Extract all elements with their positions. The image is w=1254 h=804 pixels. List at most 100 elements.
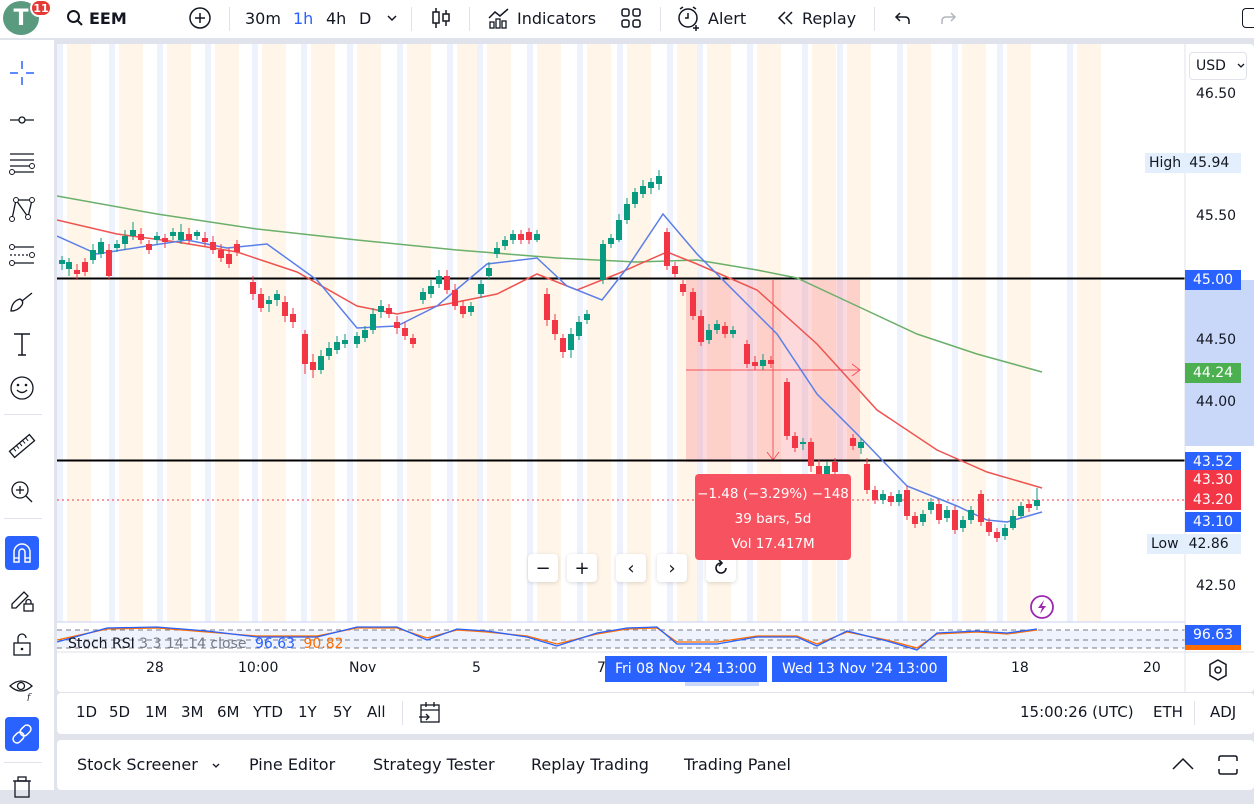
range-1m[interactable]: 1M	[145, 703, 168, 721]
range-all[interactable]: All	[367, 703, 386, 721]
candle-up	[194, 232, 200, 236]
candle-up	[494, 248, 500, 254]
chart-type-button[interactable]	[430, 0, 452, 36]
interval-d[interactable]: D	[359, 0, 371, 36]
tab-replay-trading[interactable]: Replay Trading	[531, 755, 649, 774]
candle-down	[394, 322, 400, 328]
high-marker: High 45.94	[1145, 153, 1241, 173]
candle-up	[730, 330, 736, 334]
chevron-left-icon: ‹	[627, 557, 635, 579]
collapse-panel-button[interactable]	[1170, 755, 1196, 777]
interval-30m[interactable]: 30m	[245, 0, 281, 36]
brush-tool[interactable]	[5, 284, 39, 318]
text-tool[interactable]	[5, 327, 39, 361]
range-5y[interactable]: 5Y	[333, 703, 352, 721]
chart-area[interactable]: USD 46.50 45.50 44.50 44.00 42.50 High 4…	[57, 44, 1254, 692]
candle-up	[600, 244, 606, 280]
fullscreen-button[interactable]	[1242, 0, 1254, 36]
hide-tool[interactable]: f	[5, 670, 39, 704]
candle-down	[680, 284, 686, 292]
interval-4h[interactable]: 4h	[326, 0, 346, 36]
adjust-toggle[interactable]: ADJ	[1210, 703, 1236, 721]
session-stripe-orange	[407, 44, 431, 622]
zoom-tool[interactable]	[5, 475, 39, 509]
price-tick: 46.50	[1196, 86, 1237, 102]
price-tick: 44.50	[1196, 332, 1237, 348]
pencil-lock-icon	[11, 591, 34, 612]
candle-up	[648, 182, 654, 188]
chevron-up-icon	[1172, 757, 1194, 770]
symbol-search[interactable]: EEM	[66, 0, 127, 36]
zoom-out-button[interactable]: −	[528, 554, 558, 582]
range-1y[interactable]: 1Y	[298, 703, 317, 721]
time-tick: 28	[146, 660, 164, 676]
session-stripe-blue	[109, 44, 115, 622]
candle-down	[888, 496, 894, 502]
emoji-tool[interactable]	[5, 371, 39, 405]
time-marker-end: Wed 13 Nov '24 13:00	[772, 656, 948, 682]
redo-button[interactable]	[939, 0, 959, 36]
candle-up	[656, 176, 662, 184]
session-stripe-orange	[311, 44, 335, 622]
magnet-tool[interactable]	[5, 536, 39, 570]
chart-settings-button[interactable]	[1206, 658, 1230, 686]
candle-up	[568, 334, 574, 350]
crosshair-tool[interactable]	[5, 56, 39, 90]
lock-all-tool[interactable]	[5, 627, 39, 661]
candle-down	[832, 462, 838, 472]
drawing-toolbar: f	[0, 40, 54, 798]
pattern-tool[interactable]	[5, 192, 39, 226]
session-stripe-blue	[252, 44, 258, 622]
candle-down	[904, 490, 910, 516]
tab-stock-screener[interactable]: Stock Screener	[77, 755, 221, 774]
trend-line-tool[interactable]	[5, 103, 39, 137]
alert-button[interactable]: Alert	[676, 0, 746, 36]
interval-dropdown[interactable]	[386, 0, 398, 36]
price-tick: 44.00	[1196, 394, 1237, 410]
user-avatar[interactable]: T 11	[3, 0, 52, 35]
chart-canvas[interactable]	[57, 44, 1254, 692]
scroll-left-button[interactable]: ‹	[616, 554, 646, 582]
replay-button[interactable]: Replay	[776, 0, 856, 36]
undo-button[interactable]	[892, 0, 912, 36]
range-3m[interactable]: 3M	[181, 703, 204, 721]
stoch-rsi-legend[interactable]: Stoch RSI 3 3 14 14 close 96.63 90.82	[68, 636, 344, 652]
compare-symbol-button[interactable]	[188, 0, 212, 36]
indicators-label: Indicators	[517, 8, 597, 28]
price-tag-last: 43.20	[1185, 490, 1241, 510]
scroll-right-button[interactable]: ›	[657, 554, 687, 582]
clock-display[interactable]: 15:00:26 (UTC)	[1020, 703, 1134, 721]
lock-drawing-tool[interactable]	[5, 583, 39, 617]
tab-strategy-tester[interactable]: Strategy Tester	[373, 755, 495, 774]
measure-volume: Vol 17.417M	[731, 536, 815, 552]
sync-drawings-tool[interactable]	[5, 717, 39, 751]
range-1d[interactable]: 1D	[76, 703, 97, 721]
indicators-icon	[488, 8, 509, 29]
zoom-in-button[interactable]: +	[567, 554, 597, 582]
range-ytd[interactable]: YTD	[253, 703, 283, 721]
tab-pine-editor[interactable]: Pine Editor	[249, 755, 335, 774]
go-to-date-button[interactable]	[418, 700, 442, 730]
candle-up	[714, 324, 720, 330]
fib-tool[interactable]	[5, 146, 39, 180]
layouts-button[interactable]	[620, 0, 642, 36]
price-tag-ma-blue: 43.10	[1185, 512, 1241, 532]
interval-1h[interactable]: 1h	[293, 0, 313, 36]
candle-up	[502, 240, 508, 246]
price-tick: 45.50	[1196, 208, 1237, 224]
delete-tool[interactable]	[5, 770, 39, 804]
avatar-letter: T	[13, 5, 29, 31]
measure-tool[interactable]	[5, 429, 39, 463]
maximize-panel-button[interactable]	[1216, 753, 1240, 781]
currency-select[interactable]: USD	[1189, 52, 1247, 80]
indicators-button[interactable]: Indicators	[487, 0, 596, 36]
flash-button[interactable]	[1029, 594, 1055, 624]
tab-trading-panel[interactable]: Trading Panel	[684, 755, 791, 774]
session-toggle[interactable]: ETH	[1153, 703, 1183, 721]
prediction-tool[interactable]	[5, 238, 39, 272]
candle-up	[706, 330, 712, 340]
range-6m[interactable]: 6M	[217, 703, 240, 721]
candle-down	[234, 244, 240, 252]
range-5d[interactable]: 5D	[109, 703, 130, 721]
candle-down	[912, 516, 918, 524]
